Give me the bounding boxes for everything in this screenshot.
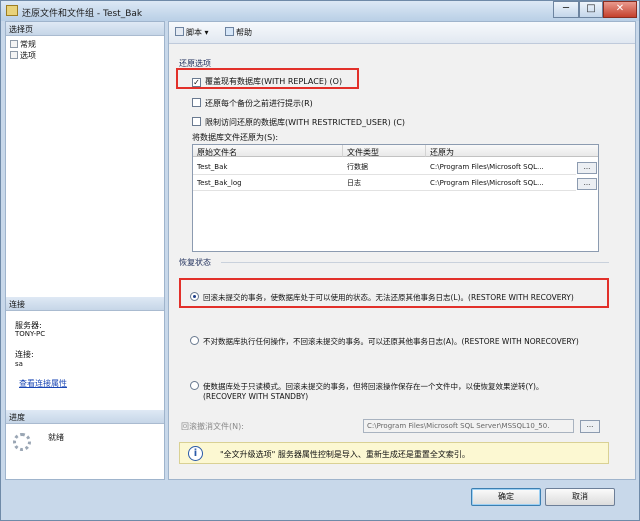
page-icon [10, 51, 18, 59]
recovery-option-standby-sub: (RECOVERY WITH STANDBY) [203, 392, 309, 401]
minimize-button[interactable]: ─ [553, 1, 579, 18]
rollback-file-field[interactable]: C:\Program Files\Microsoft SQL Server\MS… [363, 419, 574, 433]
checkbox-unchecked-icon [192, 117, 201, 126]
cancel-button[interactable]: 取消 [545, 488, 615, 506]
table-cell-type: 行数据 [343, 160, 426, 175]
files-label: 将数据库文件还原为(S): [192, 133, 279, 142]
page-item-label: 常规 [20, 40, 36, 49]
select-page-header: 选择页 [6, 22, 164, 36]
recovery-option-label: 不对数据库执行任何操作，不回滚未提交的事务。可以还原其他事务日志(A)。(RES… [203, 337, 579, 346]
recovery-option-no-recovery[interactable]: 不对数据库执行任何操作，不回滚未提交的事务。可以还原其他事务日志(A)。(RES… [190, 336, 579, 347]
script-button[interactable]: 脚本 ▾ [175, 27, 209, 38]
page-item-general[interactable]: 常规 [10, 39, 36, 50]
table-cell-type: 日志 [343, 176, 426, 191]
progress-status: 就绪 [48, 433, 64, 442]
connection-header: 连接 [6, 297, 164, 311]
radio-unselected-icon [190, 381, 199, 390]
connection-value: sa [15, 360, 23, 368]
highlight-box [176, 68, 359, 89]
recovery-option-label: 使数据库处于只读模式。回滚未提交的事务，但将回滚操作保存在一个文件中，以使恢复效… [203, 382, 544, 391]
footer [1, 481, 639, 520]
column-header-restore-as[interactable]: 还原为 [426, 145, 598, 157]
help-icon [225, 27, 234, 36]
maximize-button[interactable]: □ [579, 1, 603, 18]
view-connection-properties-link[interactable]: 查看连接属性 [19, 378, 67, 389]
connection-label: 连接: [15, 350, 34, 359]
radio-unselected-icon [190, 336, 199, 345]
table-cell-name: Test_Bak_log [193, 176, 343, 191]
recovery-state-title: 恢复状态 [179, 258, 211, 267]
info-icon: i [188, 446, 203, 461]
restrict-label: 限制访问还原的数据库(WITH RESTRICTED_USER) (C) [205, 118, 406, 127]
restrict-access-checkbox[interactable]: 限制访问还原的数据库(WITH RESTRICTED_USER) (C) [192, 117, 405, 128]
script-label: 脚本 [186, 28, 202, 37]
info-bar: i "全文升级选项" 服务器属性控制是导入、重新生成还是重置全文索引。 [179, 442, 609, 464]
files-grid[interactable]: 原始文件名 文件类型 还原为 Test_Bak 行数据 C:\Program F… [192, 144, 599, 252]
page-item-label: 选项 [20, 51, 36, 60]
group-divider [221, 262, 609, 263]
table-cell-path[interactable]: C:\Program Files\Microsoft SQL... [426, 176, 576, 191]
table-cell-path[interactable]: C:\Program Files\Microsoft SQL... [426, 160, 576, 175]
help-button[interactable]: 帮助 [225, 27, 252, 38]
checkbox-unchecked-icon [192, 98, 201, 107]
page-icon [10, 40, 18, 48]
title-bar: 还原文件和文件组 - Test_Bak ─ □ ✕ [1, 1, 639, 21]
prompt-before-restore-checkbox[interactable]: 还原每个备份之前进行提示(R) [192, 98, 313, 109]
page-item-options[interactable]: 选项 [10, 50, 36, 61]
info-text: "全文升级选项" 服务器属性控制是导入、重新生成还是重置全文索引。 [220, 450, 470, 459]
ok-button[interactable]: 确定 [471, 488, 541, 506]
column-header-file-type[interactable]: 文件类型 [343, 145, 426, 157]
highlight-box [179, 278, 609, 308]
window-title: 还原文件和文件组 - Test_Bak [22, 9, 143, 19]
recovery-option-standby[interactable]: 使数据库处于只读模式。回滚未提交的事务，但将回滚操作保存在一个文件中，以使恢复效… [190, 381, 543, 392]
progress-spinner-icon [13, 433, 31, 451]
window-icon [6, 5, 18, 16]
browse-button[interactable]: ... [577, 178, 597, 190]
help-label: 帮助 [236, 28, 252, 37]
server-value: TONY-PC [15, 330, 46, 338]
dialog-window: 还原文件和文件组 - Test_Bak ─ □ ✕ 选择页 常规 选项 连接 服… [0, 0, 640, 521]
script-icon [175, 27, 184, 36]
rollback-browse-button[interactable]: ... [580, 420, 600, 433]
progress-header: 进度 [6, 410, 164, 424]
column-header-original-name[interactable]: 原始文件名 [193, 145, 343, 157]
chevron-down-icon[interactable]: ▾ [205, 28, 209, 37]
table-cell-name: Test_Bak [193, 160, 343, 175]
toolbar: 脚本 ▾ 帮助 [169, 22, 635, 44]
browse-button[interactable]: ... [577, 162, 597, 174]
view-connection-properties-label: 查看连接属性 [19, 379, 67, 388]
close-button[interactable]: ✕ [603, 1, 637, 18]
prompt-label: 还原每个备份之前进行提示(R) [205, 99, 313, 108]
left-pane: 选择页 常规 选项 连接 服务器: TONY-PC 连接: sa 查看连接属性 … [5, 21, 165, 480]
rollback-file-label: 回滚撤消文件(N): [181, 422, 244, 431]
